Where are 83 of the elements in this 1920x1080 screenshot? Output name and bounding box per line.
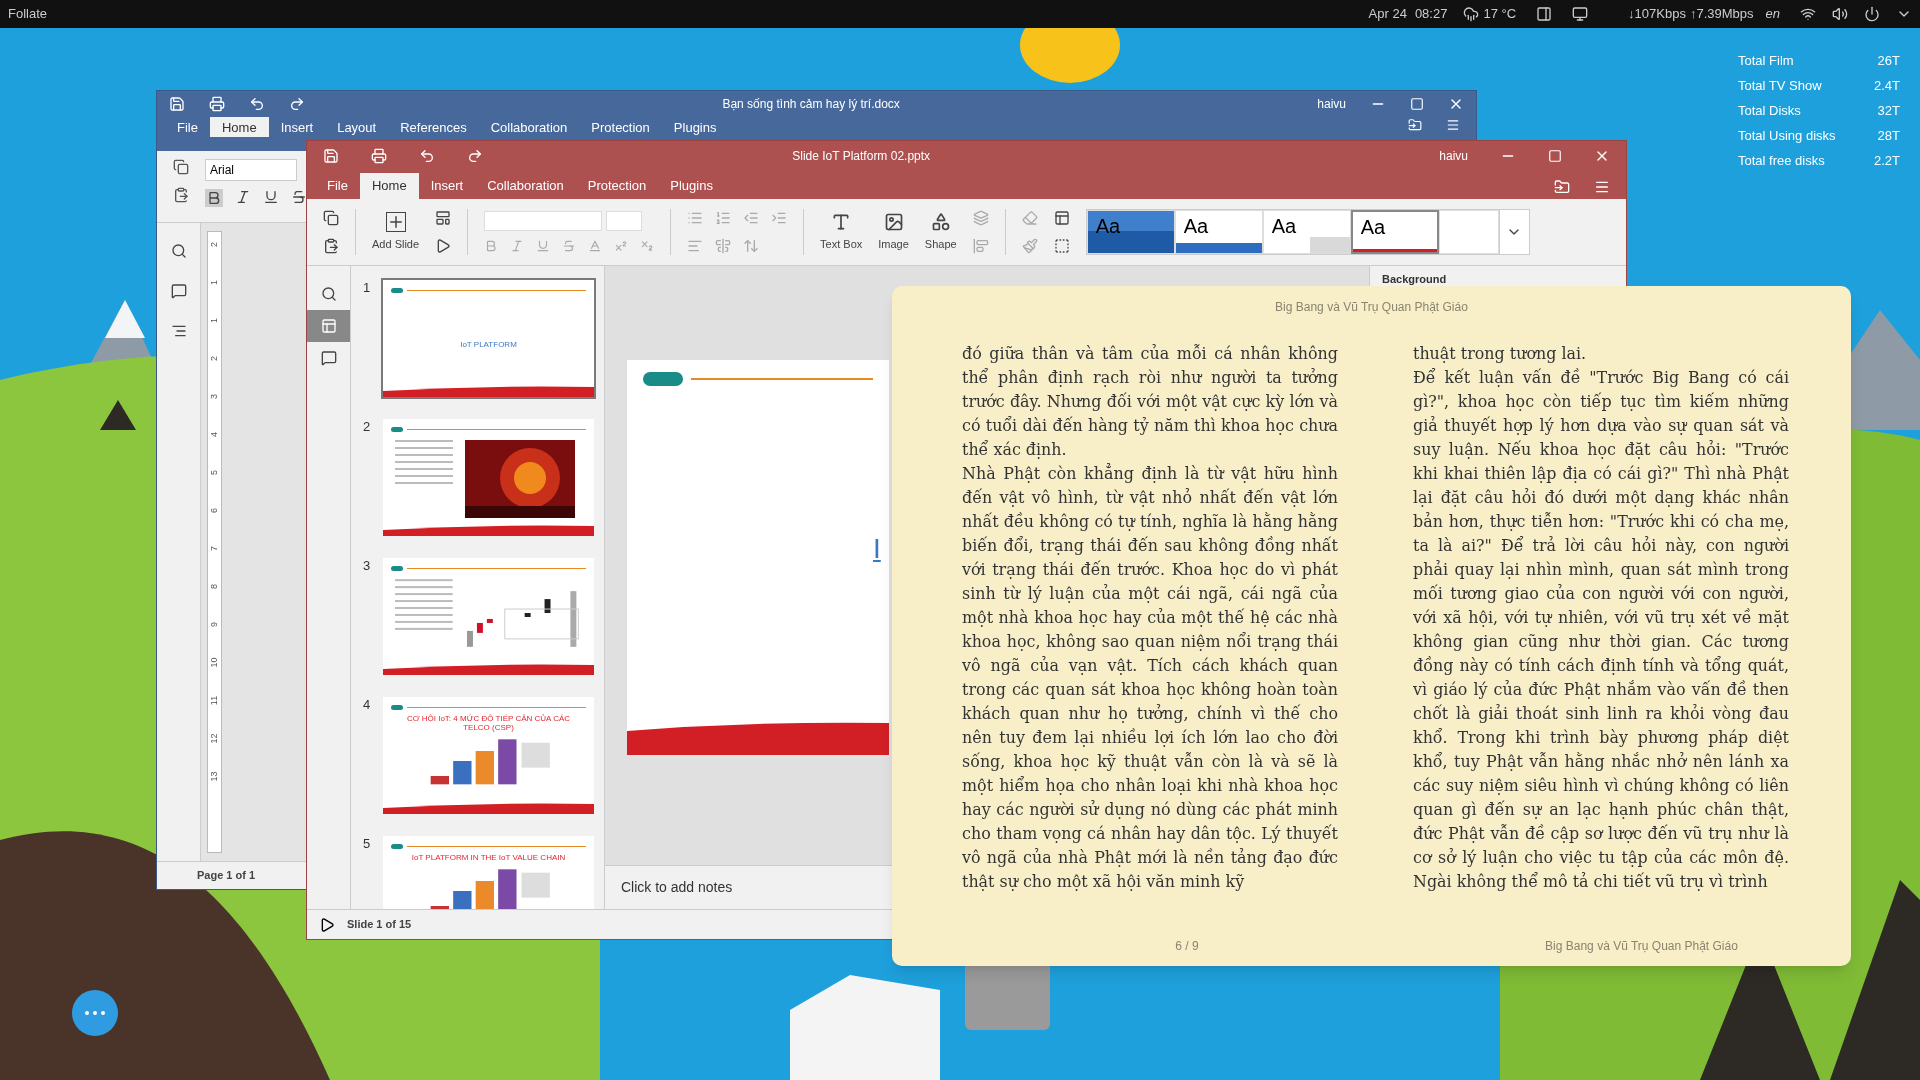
ruler-number: 12 <box>210 733 219 744</box>
slide-thumbnail[interactable]: IoT PLATFORM <box>381 278 596 399</box>
slide-number: 4 <box>363 696 372 714</box>
ruler-number: 3 <box>210 394 219 399</box>
stat-label: Total free disks <box>1738 151 1825 170</box>
slide-title: IoT PLATFORM <box>460 339 517 351</box>
text-box-button[interactable]: Text Box <box>820 211 863 253</box>
ribbon-tab[interactable]: Layout <box>325 117 389 137</box>
body-paragraph: đó giữa thân và tâm của mỗi cá nhân không thể phân định rạch ròi như người ta tưởng trước đây. Nhưng đối với một vật cực kỳ lớn và có tuổi dài đến hàng tỷ năm thì khoa học chưa thể xác định. <box>962 343 1338 461</box>
slide-number: 1 <box>363 279 372 297</box>
panel-title: Background <box>1382 273 1447 285</box>
clock: 08:27 <box>1414 5 1448 24</box>
ribbon-tab[interactable]: References <box>388 117 479 137</box>
ruler-number: 8 <box>210 584 219 589</box>
upload-speed: ↑7.39Mbps <box>1689 5 1754 24</box>
body-paragraph: thuật trong tương lai. <box>1413 343 1588 365</box>
ruler-number: 6 <box>210 508 219 513</box>
ribbon-tab[interactable]: Plugins <box>661 117 729 137</box>
notes-placeholder[interactable]: Click to add notes <box>621 877 733 898</box>
ribbon-tab[interactable]: Insert <box>268 117 326 137</box>
ruler-number: 2 <box>210 356 219 361</box>
slide-title: IoT PLATFORM IN THE IoT VALUE CHAIN <box>410 853 567 862</box>
window-title: Slide IoT Platform 02.pptx <box>791 148 932 165</box>
slide-thumbnail[interactable]: IoT PLATFORM IN THE IoT VALUE CHAIN <box>381 834 596 909</box>
slide-number: 5 <box>363 835 372 853</box>
slide-number: 3 <box>363 557 372 575</box>
shape-button[interactable]: Shape <box>924 211 957 253</box>
stat-label: Total Film <box>1738 51 1794 70</box>
window-title: Bạn sống tình cảm hay lý trí.docx <box>721 96 901 113</box>
stat-value: 2.4T <box>1874 76 1900 95</box>
theme-tile[interactable]: Aa <box>1174 210 1263 254</box>
ruler-number: 13 <box>210 771 219 782</box>
book-title: Big Bang và Vũ Trụ Quan Phật Giáo <box>1545 938 1738 955</box>
ruler-number: 2 <box>210 242 219 247</box>
slide-title: I <box>873 532 881 566</box>
theme-tile[interactable]: Aa <box>1262 210 1351 254</box>
stat-label: Total TV Show <box>1738 76 1822 95</box>
ruler-number: 7 <box>210 546 219 551</box>
download-speed: ↓107Kbps <box>1628 5 1686 24</box>
keyboard-layout[interactable]: en <box>1765 4 1780 24</box>
ruler-number: 11 <box>210 695 219 706</box>
ribbon-tab[interactable]: Protection <box>575 173 659 199</box>
add-slide-button[interactable]: Add Slide <box>372 211 420 253</box>
book-title: Big Bang và Vũ Trụ Quan Phật Giáo <box>1275 299 1468 316</box>
stat-label: Total Using disks <box>1738 126 1836 145</box>
user-name: haivu <box>1317 96 1346 113</box>
page-number: 6 / 9 <box>1175 938 1199 955</box>
slide-canvas[interactable]: I <box>627 360 889 755</box>
ruler-number: 10 <box>210 657 219 668</box>
image-button[interactable]: Image <box>878 211 909 253</box>
stat-value: 2.2T <box>1874 151 1900 170</box>
ribbon-tab[interactable]: File <box>165 117 210 137</box>
user-name: haivu <box>1439 148 1468 165</box>
body-paragraph: Để kết luận vấn đề "Trước Big Bang có cái gì?", khoa học còn tiếp tục tìm kiếm những giả thuyết hợp lý hơn dựa vào sự quan sát và suy luận. Nếu khoa học đặt câu hỏi: "Trước khi khai thiên lập địa có cái gì?" Thì nhà Phật lại đặt câu hỏi đó dưới một dạng khác nhân bản hơn, thực tiễn hơn: "Trước khi có cha mẹ, ta là ai?" Để trả lời câu hỏi này, con người phải quay lại nhìn mình, quan sát mình trong mối tương giao của con người với con người, với xã hội, với tự nhiên, với vũ trụ xét về mặt không gian cũng như thời gian. Các tương đồng này có tính cách định tính và tổng quát, vì giáo lý của đức Phật nhắm vào vấn đề then chốt là giải thoát sinh linh ra khỏi vòng đau khổ. Trong khi trình bày phương pháp diệt khổ, tuy Phật vẫn hằng nhắc nhở nên lánh xa các suy niệm siêu hình vì chúng không có liên quan gì đến sự an lạc hạnh phúc chân thật, đức Phật vẫn đề cập sơ lược đến vũ trụ như là cơ sở lý luận cho việc tu tập của các môn đệ. Ngài không thể mô tả chi tiết vũ trụ vì trình <box>1413 367 1789 893</box>
ribbon-tab[interactable]: Home <box>209 117 269 137</box>
page-count: Page 1 of 1 <box>197 868 256 884</box>
stat-value: 28T <box>1877 126 1900 145</box>
stat-value: 26T <box>1877 51 1900 70</box>
ribbon-tab[interactable]: Plugins <box>658 173 725 199</box>
ruler-number: 4 <box>210 432 219 437</box>
theme-tile[interactable]: Aa <box>1086 210 1175 254</box>
ruler-number: 1 <box>210 280 219 285</box>
slide-thumbnail[interactable]: CƠ HỘI IoT: 4 MỨC ĐỘ TIẾP CẬN CỦA CÁC TELCO (CSP) <box>381 695 596 816</box>
body-paragraph: Nhà Phật còn khẳng định là từ vật hữu hình đến vật vô hình, từ vật nhỏ nhất đến vật lớn nhất đều không có tự tính, nghĩa là hằng hằng biến đổi, trạng thái đến sau không đồng nhất với trạng thái đến trước. Khoa học do vì phát sinh từ lý luận của một cái ngã, cái ngã của một nhà khoa học hay của một thế hệ các nhà khoa học, không sao quan niệm nổi trạng thái vô ngã của vạn vật. Tích cách khách quan trong các quan sát khoa học không hoàn toàn khách quan như họ tưởng, chính vì thế cho nên tuy đem lại nhiều lợi ích lớn lao cho đời sống, khoa học kỹ thuật vẫn còn là và sẽ là một hiểm họa cho nhân loại khi nhà khoa học hay các người sử dụng nó dùng các phát minh cho tham vọng cá nhân hay dân tộc. Lý thuyết vô ngã của nhà Phật mới là nền tảng đạo đức thật sự cho một xã hội văn minh kỹ <box>962 462 1338 893</box>
slide-number: 2 <box>363 418 372 436</box>
slide-title: CƠ HỘI IoT: 4 MỨC ĐỘ TIẾP CẬN CỦA CÁC TELCO (CSP) <box>405 714 572 732</box>
ribbon-tab[interactable]: Collaboration <box>478 117 580 137</box>
date: Apr 24 <box>1368 5 1407 24</box>
stat-label: Total Disks <box>1738 101 1801 120</box>
ruler-number: 1 <box>210 318 219 323</box>
app-name: Follate <box>8 5 48 24</box>
stat-value: 32T <box>1877 101 1900 120</box>
font-field[interactable]: Arial <box>205 159 297 181</box>
ribbon-tab[interactable]: Collaboration <box>475 173 576 199</box>
ribbon-tab[interactable]: Insert <box>418 173 476 199</box>
ribbon-tab[interactable]: File <box>315 173 360 199</box>
ribbon-tab[interactable]: Protection <box>579 117 662 137</box>
slide-count: Slide 1 of 15 <box>347 917 412 933</box>
ribbon-tab[interactable]: Home <box>359 173 419 199</box>
ruler-number: 5 <box>210 470 219 475</box>
temperature: 17 °C <box>1483 5 1517 24</box>
theme-tile[interactable]: Aa <box>1350 210 1439 254</box>
ruler-number: 9 <box>210 622 219 627</box>
